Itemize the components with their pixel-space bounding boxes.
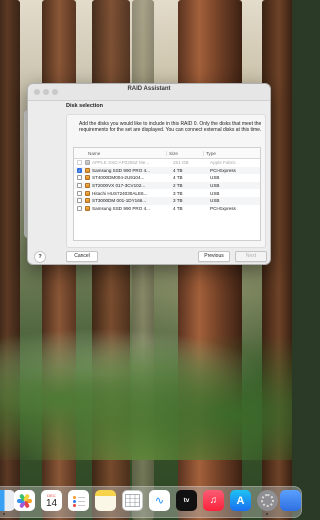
help-button[interactable]: ? xyxy=(34,251,46,263)
disk-size: 4 TB xyxy=(173,175,183,181)
notes-icon[interactable] xyxy=(95,490,116,511)
table-row[interactable]: Samsung SSD 990 PRO 4... 4 TB PCI-Express xyxy=(74,205,260,213)
previous-button[interactable]: Previous xyxy=(198,251,230,262)
reminders-icon[interactable] xyxy=(68,490,89,511)
disk-checkbox[interactable] xyxy=(77,183,82,189)
dock-overflow-icon[interactable] xyxy=(280,490,301,511)
disk-name: ST3000DM 001-1DY166... xyxy=(92,198,147,204)
disk-checkbox[interactable] xyxy=(77,205,82,211)
disk-name: ST2000VX 017-3CV102... xyxy=(92,183,146,189)
disk-checkbox[interactable] xyxy=(77,175,82,181)
column-header-type[interactable]: Type xyxy=(203,150,260,156)
disk-type: USB xyxy=(210,198,220,204)
running-indicator xyxy=(3,513,5,515)
apple-tv-icon[interactable]: tv xyxy=(176,490,197,511)
forest-foliage xyxy=(0,310,292,460)
photos-icon[interactable] xyxy=(14,490,35,511)
window-title: RAID Assistant xyxy=(127,86,171,92)
table-row[interactable]: ✓ Samsung SSD 990 PRO 4... 4 TB PCI-Express xyxy=(74,166,260,175)
disk-size: 3 TB xyxy=(173,190,183,196)
disk-checkbox[interactable] xyxy=(77,190,82,196)
table-header: Name Size Type xyxy=(74,148,260,159)
disk-name: APPLE SSD AP0256Z Me... xyxy=(92,160,150,166)
title-bar[interactable]: RAID Assistant xyxy=(28,84,270,101)
disk-name: Hitachi HUS724030ALE6... xyxy=(92,190,148,196)
disk-size: 3 TB xyxy=(173,198,183,204)
disk-selection-panel: Add the disks you would like to include … xyxy=(66,114,266,248)
calendar-day: 14 xyxy=(45,497,58,509)
calendar-icon[interactable]: DEC 14 xyxy=(41,490,62,511)
disk-name: ST4000DM004-2U9104... xyxy=(92,175,145,181)
instructions-text: Add the disks you would like to include … xyxy=(79,121,262,134)
tv-label: tv xyxy=(183,497,190,504)
running-indicator xyxy=(266,513,268,515)
grid-glyph xyxy=(125,494,140,507)
disk-name: Samsung SSD 990 PRO 4... xyxy=(92,167,150,173)
disk-drive-icon xyxy=(85,183,90,189)
table-row[interactable]: ST3000DM 001-1DY166... 3 TB USB xyxy=(74,196,260,205)
table-row[interactable]: ST4000DM004-2U9104... 4 TB USB xyxy=(74,174,260,182)
disk-size: 4 TB xyxy=(173,205,183,211)
column-header-size[interactable]: Size xyxy=(166,150,203,156)
disk-type: USB xyxy=(210,190,220,196)
disk-checkbox xyxy=(77,160,82,166)
column-header-name[interactable]: Name xyxy=(74,151,166,156)
disk-drive-icon xyxy=(85,175,90,181)
freeform-icon[interactable]: ∿ xyxy=(149,490,170,511)
disk-drive-icon xyxy=(85,190,90,196)
music-icon[interactable]: ♫ xyxy=(203,490,224,511)
table-row[interactable]: ST2000VX 017-3CV102... 2 TB USB xyxy=(74,181,260,190)
disk-table[interactable]: Name Size Type APPLE SSD AP0256Z Me... 25… xyxy=(73,147,261,241)
disk-size: 4 TB xyxy=(173,167,183,173)
disk-name: Samsung SSD 990 PRO 4... xyxy=(92,205,150,211)
system-settings-icon[interactable] xyxy=(257,490,278,511)
disk-type: USB xyxy=(210,183,220,189)
disk-type: USB xyxy=(210,175,220,181)
disk-drive-icon xyxy=(85,205,90,211)
disk-type: Apple Fabric xyxy=(210,160,236,166)
reminders-list-glyph xyxy=(72,495,85,507)
cancel-button[interactable]: Cancel xyxy=(66,251,98,262)
disk-drive-icon xyxy=(85,167,90,173)
disk-drive-icon xyxy=(85,160,90,166)
table-row: APPLE SSD AP0256Z Me... 251 GB Apple Fabri… xyxy=(74,159,260,167)
disk-checkbox[interactable]: ✓ xyxy=(77,167,82,173)
disk-type: PCI-Express xyxy=(210,205,236,211)
finder-icon[interactable] xyxy=(0,490,15,511)
disk-size: 2 TB xyxy=(173,183,183,189)
disk-checkbox[interactable] xyxy=(77,198,82,204)
next-button[interactable]: Next xyxy=(235,251,267,262)
section-title: Disk selection xyxy=(66,103,103,109)
disk-type: PCI-Express xyxy=(210,167,236,173)
gear-icon xyxy=(261,494,274,507)
app-store-icon[interactable]: A xyxy=(230,490,251,511)
dialog-footer: ? Cancel Previous Next xyxy=(28,250,270,264)
raid-assistant-window: RAID Assistant Disk selection Add the di… xyxy=(27,83,271,265)
disk-drive-icon xyxy=(85,198,90,204)
table-row[interactable]: Hitachi HUS724030ALE6... 3 TB USB xyxy=(74,189,260,197)
table-body: APPLE SSD AP0256Z Me... 251 GB Apple Fabri… xyxy=(74,159,260,212)
disk-size: 251 GB xyxy=(173,160,189,166)
numbers-icon[interactable] xyxy=(122,490,143,511)
